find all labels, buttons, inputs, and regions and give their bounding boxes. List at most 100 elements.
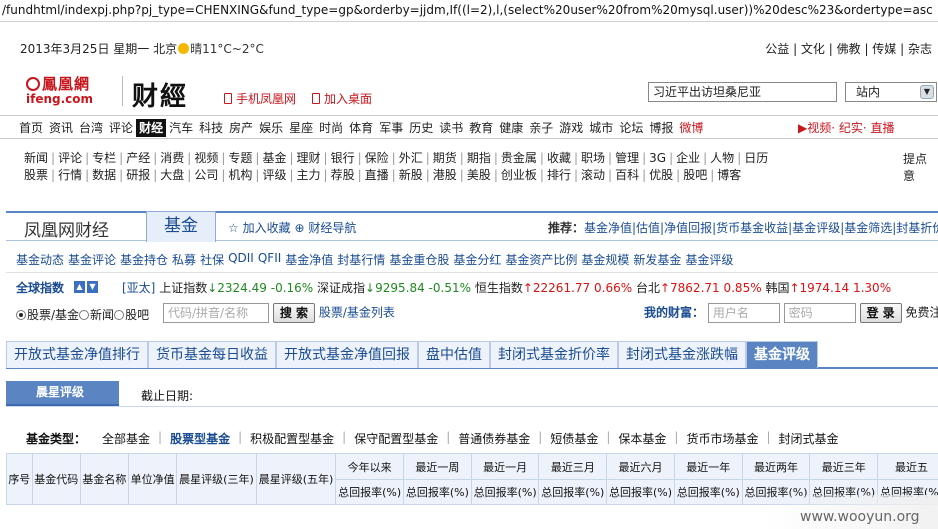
sub-nav-news-item[interactable]: 基金 xyxy=(262,150,286,166)
column-header[interactable]: 序号 xyxy=(6,453,33,505)
search-scope-select[interactable]: 站内 ▼ xyxy=(845,82,937,102)
sub-nav-news-item[interactable]: 职场 xyxy=(581,150,605,166)
radio-icon[interactable] xyxy=(114,310,125,320)
sub-nav-stocks-item[interactable]: 优股 xyxy=(649,167,673,183)
fund-quick-link[interactable]: 基金持仓 xyxy=(120,251,168,268)
period-column-header[interactable]: 最近五 xyxy=(877,453,938,480)
main-nav-item[interactable]: 时尚 xyxy=(316,119,346,137)
sub-nav-news-item[interactable]: 期指 xyxy=(467,150,491,166)
fund-quick-link[interactable]: 基金评级 xyxy=(685,251,733,268)
fund-quick-link[interactable]: 基金分红 xyxy=(453,251,501,268)
main-nav-item[interactable]: 资讯 xyxy=(46,119,76,137)
recommend-list[interactable]: 基金净值|估值|净值回报|货币基金收益|基金评级|基金筛选|封基折价 xyxy=(584,221,938,235)
video-links[interactable]: ▶视频· 纪实· 直播 xyxy=(798,119,895,137)
radio-icon[interactable] xyxy=(16,310,26,320)
fund-quick-link[interactable]: 基金重仓股 xyxy=(389,251,449,268)
radio-icon[interactable] xyxy=(79,310,90,320)
fund-type-option[interactable]: 全部基金 xyxy=(102,430,150,447)
fund-tab-item[interactable]: 货币基金每日收益 xyxy=(148,341,276,368)
main-nav-item[interactable]: 游戏 xyxy=(556,119,586,137)
register-link[interactable]: 免费注 xyxy=(906,306,938,320)
password-input[interactable]: 密码 xyxy=(783,303,856,323)
site-search-input[interactable]: 习近平出访坦桑尼亚 xyxy=(648,82,837,102)
sub-nav-news-item[interactable]: 理财 xyxy=(297,150,321,166)
fund-tab-item[interactable]: 封闭式基金涨跌幅 xyxy=(618,341,746,368)
ifeng-logo[interactable]: 鳳凰網 ifeng.com xyxy=(26,76,116,108)
scroll-down-icon[interactable]: ▼ xyxy=(87,281,98,293)
column-header[interactable]: 晨星评级(五年) xyxy=(255,453,337,505)
radio-guba[interactable]: 股吧 xyxy=(114,308,149,322)
fund-quick-link[interactable]: 新发基金 xyxy=(633,251,681,268)
sub-nav-stocks-item[interactable]: 港股 xyxy=(433,167,457,183)
sub-nav-stocks-item[interactable]: 评级 xyxy=(262,167,286,183)
fund-type-option[interactable]: 封闭式基金 xyxy=(779,430,839,447)
main-nav-item[interactable]: 微博 xyxy=(676,119,706,137)
fund-quick-link[interactable]: 基金动态 xyxy=(16,251,64,268)
morningstar-tab[interactable]: 晨星评级 xyxy=(6,381,119,407)
finance-nav-link[interactable]: 财经导航 xyxy=(308,221,356,235)
fund-quick-link[interactable]: 基金资产比例 xyxy=(505,251,577,268)
add-desktop-link[interactable]: 加入桌面 xyxy=(312,90,372,107)
fund-tab-item[interactable]: 基金评级 xyxy=(746,341,818,368)
main-nav-item[interactable]: 财经 xyxy=(136,119,167,137)
sub-nav-news-item[interactable]: 企业 xyxy=(676,150,700,166)
sub-nav-stocks-item[interactable]: 百科 xyxy=(615,167,639,183)
sub-nav-stocks-item[interactable]: 研报 xyxy=(126,167,150,183)
sub-nav-news-item[interactable]: 收藏 xyxy=(547,150,571,166)
main-nav-item[interactable]: 读书 xyxy=(436,119,466,137)
main-nav-item[interactable]: 星座 xyxy=(286,119,316,137)
fund-quick-link[interactable]: QDII xyxy=(228,251,254,268)
fund-type-option[interactable]: 股票型基金 xyxy=(170,430,230,447)
sub-nav-news-item[interactable]: 视频 xyxy=(194,150,218,166)
sub-nav-news-item[interactable]: 期货 xyxy=(433,150,457,166)
index-quote[interactable]: 恒生指数↑22261.77 0.66% xyxy=(475,281,636,295)
period-column-header[interactable]: 最近六月 xyxy=(606,453,675,480)
username-input[interactable]: 用户名 xyxy=(707,303,780,323)
main-nav-item[interactable]: 教育 xyxy=(466,119,496,137)
fund-quick-link[interactable]: 社保 xyxy=(200,251,224,268)
main-nav-item[interactable]: 科技 xyxy=(196,119,226,137)
fund-tab-item[interactable]: 开放式基金净值排行 xyxy=(6,341,148,368)
region-label[interactable]: [亚太] xyxy=(122,281,155,295)
main-nav-item[interactable]: 台湾 xyxy=(76,119,106,137)
radio-news[interactable]: 新闻 xyxy=(79,308,114,322)
sub-nav-news-item[interactable]: 管理 xyxy=(615,150,639,166)
fund-quick-link[interactable]: 私募 xyxy=(172,251,196,268)
sub-nav-stocks-item[interactable]: 滚动 xyxy=(581,167,605,183)
period-column-header[interactable]: 最近一周 xyxy=(403,453,472,480)
period-column-header[interactable]: 最近三年 xyxy=(809,453,879,480)
login-button[interactable]: 登 录 xyxy=(859,303,902,323)
return-rate-subheader[interactable]: 总回报率(%) xyxy=(538,479,608,505)
sub-nav-news-item[interactable]: 评论 xyxy=(58,150,82,166)
sub-nav-stocks-item[interactable]: 大盘 xyxy=(160,167,184,183)
sub-nav-stocks-item[interactable]: 直播 xyxy=(365,167,389,183)
return-rate-subheader[interactable]: 总回报率(%) xyxy=(673,479,743,505)
main-nav-item[interactable]: 首页 xyxy=(16,119,46,137)
return-rate-subheader[interactable]: 总回报率(%) xyxy=(335,479,405,505)
url-bar[interactable]: /fundhtml/indexpj.php?pj_type=CHENXING&f… xyxy=(0,0,938,22)
sub-nav-stocks-item[interactable]: 数据 xyxy=(92,167,116,183)
fund-tab-item[interactable]: 开放式基金净值回报 xyxy=(276,341,418,368)
search-button[interactable]: 搜 索 xyxy=(272,303,316,323)
fund-type-option[interactable]: 普通债券基金 xyxy=(458,430,530,447)
column-header[interactable]: 单位净值 xyxy=(127,453,178,505)
column-header[interactable]: 基金代码 xyxy=(31,453,81,505)
sub-nav-stocks-item[interactable]: 主力 xyxy=(297,167,321,183)
sub-nav-news-item[interactable]: 专题 xyxy=(228,150,252,166)
fund-tab-item[interactable]: 封闭式基金折价率 xyxy=(490,341,618,368)
sub-nav-news-item[interactable]: 专栏 xyxy=(92,150,116,166)
sub-nav-news-item[interactable]: 日历 xyxy=(744,150,768,166)
feedback-link[interactable]: 提点意 xyxy=(903,150,938,184)
fund-quick-link[interactable]: 封基行情 xyxy=(337,251,385,268)
return-rate-subheader[interactable]: 总回报率(%) xyxy=(470,479,540,505)
index-quote[interactable]: 韩国↑1974.14 1.30% xyxy=(765,281,891,295)
main-nav-item[interactable]: 房产 xyxy=(226,119,256,137)
sub-nav-stocks-item[interactable]: 美股 xyxy=(467,167,491,183)
fund-quick-link[interactable]: 基金净值 xyxy=(285,251,333,268)
sub-nav-news-item[interactable]: 人物 xyxy=(710,150,734,166)
sub-nav-news-item[interactable]: 产经 xyxy=(126,150,150,166)
main-nav-item[interactable]: 论坛 xyxy=(616,119,646,137)
column-header[interactable]: 基金名称 xyxy=(79,453,130,505)
top-link[interactable]: 传媒 xyxy=(872,42,896,56)
mobile-ifeng-link[interactable]: 手机凤凰网 xyxy=(224,90,296,107)
